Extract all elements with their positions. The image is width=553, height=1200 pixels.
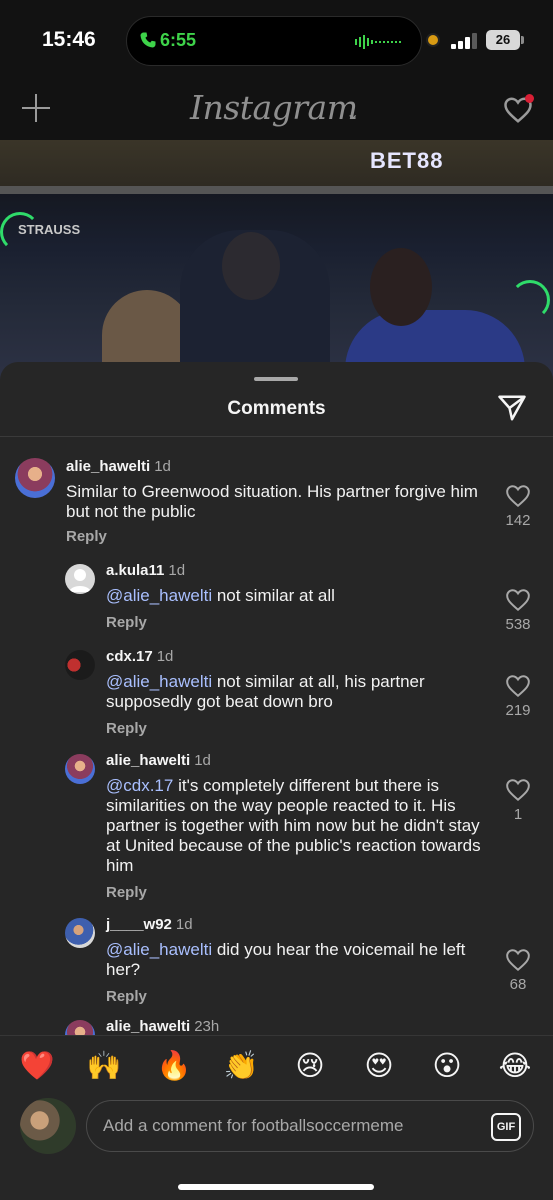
reply-button[interactable]: Reply — [66, 528, 107, 545]
comment-header: alie_hawelti 1d — [66, 458, 171, 475]
gif-button[interactable]: GIF — [491, 1113, 521, 1141]
emoji-crying-button[interactable]: 😢 — [292, 1050, 328, 1082]
comment-header: a.kula11 1d — [106, 562, 185, 579]
like-heart-icon[interactable] — [505, 674, 531, 698]
person-head — [370, 248, 432, 326]
create-post-icon[interactable] — [22, 94, 50, 122]
username[interactable]: cdx.17 — [106, 648, 153, 665]
comment-input-placeholder: Add a comment for footballsoccermeme — [103, 1116, 404, 1135]
instagram-header: Instagram ⌄ — [0, 84, 553, 140]
timestamp: 1d — [168, 562, 186, 579]
timestamp: 23h — [194, 1018, 220, 1035]
comment-text: @alie_hawelti not similar at all — [106, 586, 486, 606]
timestamp: 1d — [194, 752, 211, 769]
username[interactable]: j____w92 — [106, 916, 172, 933]
reply-button[interactable]: Reply — [106, 614, 147, 631]
like-heart-icon[interactable] — [505, 484, 531, 508]
comment-item: alie_hawelti 1d @cdx.17 it's completely d… — [0, 750, 553, 901]
emoji-surprised-button[interactable]: 😮 — [429, 1050, 465, 1082]
like-heart-icon[interactable] — [505, 588, 531, 612]
like-heart-icon[interactable] — [505, 948, 531, 972]
person-head — [222, 232, 280, 300]
comment-header: alie_hawelti 1d — [106, 752, 211, 769]
emoji-fire-button[interactable]: 🔥 — [156, 1050, 192, 1082]
reply-button[interactable]: Reply — [106, 720, 147, 737]
avatar[interactable] — [65, 918, 95, 948]
mention-link[interactable]: @alie_hawelti — [106, 586, 212, 605]
avatar[interactable] — [65, 754, 95, 784]
sheet-title: Comments — [227, 398, 326, 419]
like-count: 1 — [513, 806, 523, 823]
emoji-clap-button[interactable]: 👏 — [223, 1050, 259, 1082]
comment-text: @alie_hawelti not similar at all, his pa… — [106, 672, 486, 712]
call-duration: 6:55 — [160, 30, 197, 50]
username[interactable]: alie_hawelti — [106, 752, 190, 769]
emoji-raised-hands-button[interactable]: 🙌 — [86, 1050, 122, 1082]
stadium-light-ring — [510, 280, 550, 320]
my-avatar — [20, 1098, 76, 1154]
timestamp: 1d — [156, 648, 174, 665]
comment-text: @cdx.17 it's completely different but th… — [106, 776, 486, 876]
mention-link[interactable]: @alie_hawelti — [106, 672, 212, 691]
share-paper-plane-icon[interactable] — [497, 394, 527, 422]
timestamp: 1d — [154, 458, 171, 475]
ad-board-text: STRAUSS — [18, 222, 81, 237]
reply-button[interactable]: Reply — [106, 988, 147, 1005]
status-bar: 15:46 6:55 26 — [0, 0, 553, 84]
like-count: 538 — [505, 616, 531, 633]
comment-item: a.kula11 1d @alie_hawelti not similar at … — [0, 560, 553, 640]
instagram-logo[interactable]: Instagram — [190, 88, 358, 127]
reel-video-background[interactable]: STRAUSS BET88 — [0, 140, 553, 380]
avatar[interactable] — [65, 1020, 95, 1035]
divider — [0, 436, 553, 437]
comment-item: alie_hawelti 23h — [0, 1018, 553, 1035]
emoji-heart-button[interactable]: ❤️ — [19, 1050, 55, 1082]
video-divider — [0, 186, 553, 194]
username[interactable]: a.kula11 — [106, 562, 164, 579]
notification-dot — [525, 94, 534, 103]
timestamp: 1d — [175, 916, 193, 933]
username[interactable]: alie_hawelti — [66, 458, 150, 475]
emoji-heart-eyes-button[interactable]: 😍 — [361, 1050, 397, 1082]
comment-text: Similar to Greenwood situation. His part… — [66, 482, 478, 521]
chevron-down-icon[interactable]: ⌄ — [346, 104, 359, 124]
comment-composer: ❤️ 🙌 🔥 👏 😢 😍 😮 😂 Add a comment for footb… — [0, 1035, 553, 1200]
username[interactable]: alie_hawelti — [106, 1018, 190, 1035]
comment-header: cdx.17 1d — [106, 648, 173, 665]
shirt-sponsor-text: BET88 — [370, 148, 444, 173]
avatar[interactable] — [65, 650, 95, 680]
avatar[interactable] — [15, 458, 55, 498]
mention-link[interactable]: @cdx.17 — [106, 776, 173, 795]
reply-button[interactable]: Reply — [106, 884, 147, 901]
mention-link[interactable]: @alie_hawelti — [106, 940, 212, 959]
sheet-drag-handle[interactable] — [254, 377, 298, 381]
dynamic-island-call[interactable]: 6:55 — [126, 16, 422, 66]
like-count: 219 — [505, 702, 531, 719]
comment-text: @alie_hawelti did you hear the voicemail… — [106, 940, 486, 980]
like-count: 68 — [509, 976, 527, 993]
comment-header: alie_hawelti 23h — [106, 1018, 219, 1035]
comment-item: cdx.17 1d @alie_hawelti not similar at al… — [0, 646, 553, 737]
comment-item: alie_hawelti 1d Similar to Greenwood situ… — [0, 456, 553, 556]
home-indicator[interactable] — [178, 1184, 374, 1190]
default-user-icon — [69, 569, 91, 592]
comment-text-body: not similar at all — [212, 586, 335, 605]
comment-header: j____w92 1d — [106, 916, 193, 933]
emoji-joy-button[interactable]: 😂 — [497, 1050, 533, 1082]
like-count: 142 — [505, 512, 531, 529]
comment-input[interactable]: Add a comment for footballsoccermeme GIF — [86, 1100, 534, 1152]
signal-icon — [451, 33, 477, 49]
avatar[interactable] — [65, 564, 95, 594]
audio-wave-icon — [355, 35, 401, 49]
clock: 15:46 — [42, 28, 96, 51]
like-heart-icon[interactable] — [505, 778, 531, 802]
phone-icon — [140, 32, 156, 48]
comment-item: j____w92 1d @alie_hawelti did you hear th… — [0, 914, 553, 1005]
battery-icon: 26 — [486, 30, 524, 50]
recording-indicator-icon — [426, 33, 440, 47]
